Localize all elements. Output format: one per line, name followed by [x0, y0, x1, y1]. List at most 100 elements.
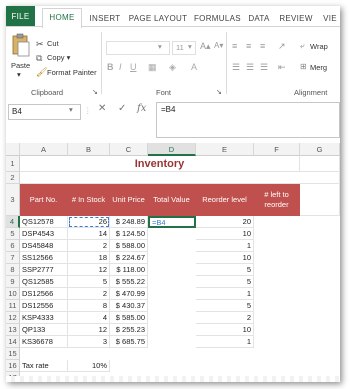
cell-unit-price[interactable]: $ 224.67 [110, 252, 148, 264]
font-launcher-icon[interactable]: ↘ [216, 88, 222, 98]
row-header[interactable]: 13 [6, 324, 20, 336]
sheet-title[interactable]: Inventory [20, 156, 300, 172]
cell-unit-price[interactable]: $ 118.00 [110, 264, 148, 276]
orientation-icon[interactable]: ↗ [278, 41, 286, 52]
cell-part-no[interactable]: SSP2777 [20, 264, 68, 276]
format-painter-button[interactable]: Format Painter [47, 68, 97, 77]
cell-part-no[interactable]: DS12556 [20, 300, 68, 312]
header-total-value[interactable]: Total Value [148, 184, 196, 216]
cancel-icon[interactable]: ✕ [98, 103, 106, 114]
cell-part-no[interactable]: SS12566 [20, 252, 68, 264]
select-all-corner[interactable] [6, 143, 20, 156]
cell-unit-price[interactable]: $ 685.75 [110, 336, 148, 348]
align-center-icon[interactable]: ☰ [246, 62, 254, 73]
row-header[interactable]: 10 [6, 288, 20, 300]
cell-part-no[interactable]: DSP4543 [20, 228, 68, 240]
cell-part-no[interactable]: KSP4333 [20, 312, 68, 324]
cell-in-stock[interactable]: 18 [68, 252, 110, 264]
copy-dropdown-icon[interactable]: ▾ [67, 53, 71, 62]
cell-reorder-level[interactable]: 5 [196, 264, 254, 276]
copy-icon[interactable]: ⧉ [36, 53, 42, 63]
align-bottom-icon[interactable]: ≡ [260, 41, 265, 51]
header-left-to-reorder[interactable]: # left to reorder [254, 184, 300, 216]
font-size-chevron-icon[interactable]: ▾ [188, 42, 192, 51]
cell-unit-price[interactable]: $ 124.50 [110, 228, 148, 240]
row-header[interactable]: 14 [6, 336, 20, 348]
underline-button[interactable]: U [130, 62, 137, 72]
column-header-f[interactable]: F [254, 143, 300, 156]
cell-reorder-level[interactable]: 5 [196, 276, 254, 288]
header-part-no[interactable]: Part No. [20, 184, 68, 216]
italic-button[interactable]: I [119, 62, 122, 72]
tab-home[interactable]: HOME [42, 8, 82, 28]
cell-part-no[interactable]: KS36678 [20, 336, 68, 348]
cell-part-no[interactable]: DS12566 [20, 288, 68, 300]
column-header-a[interactable]: A [20, 143, 68, 156]
cell-reorder-level[interactable]: 1 [196, 336, 254, 348]
cell-in-stock[interactable]: 26 [68, 216, 110, 228]
tab-page-layout[interactable]: PAGE LAYOUT [128, 10, 188, 27]
cell[interactable] [300, 184, 340, 216]
cell-in-stock[interactable]: 3 [68, 336, 110, 348]
cell-part-no[interactable]: DS45848 [20, 240, 68, 252]
column-header-c[interactable]: C [110, 143, 148, 156]
cell-reorder-level[interactable]: 20 [196, 216, 254, 228]
active-cell-total-value[interactable]: =B4 [148, 216, 196, 228]
row-header[interactable]: 8 [6, 264, 20, 276]
cell-unit-price[interactable]: $ 470.99 [110, 288, 148, 300]
cell-reorder-level[interactable]: 10 [196, 324, 254, 336]
paste-button[interactable]: Paste ▾ [10, 33, 32, 79]
cell-unit-price[interactable]: $ 555.22 [110, 276, 148, 288]
cell-part-no[interactable]: QP133 [20, 324, 68, 336]
column-header-e[interactable]: E [196, 143, 254, 156]
cell-reorder-level[interactable]: 5 [196, 300, 254, 312]
row-header[interactable]: 4 [6, 216, 20, 228]
align-middle-icon[interactable]: ≡ [246, 41, 251, 51]
tab-review[interactable]: REVIEW [278, 10, 314, 27]
font-color-icon[interactable]: A [191, 62, 197, 72]
column-header-d[interactable]: D [148, 143, 196, 156]
row-header[interactable]: 11 [6, 300, 20, 312]
font-size-dropdown[interactable]: 11 [172, 41, 196, 55]
paste-dropdown-icon[interactable]: ▾ [17, 70, 21, 79]
tab-data[interactable]: DATA [246, 10, 272, 27]
shrink-font-icon[interactable]: A▾ [214, 41, 223, 50]
row-header[interactable]: 9 [6, 276, 20, 288]
cell-unit-price[interactable]: $ 430.37 [110, 300, 148, 312]
wrap-text-icon[interactable]: ⤶ [300, 41, 304, 51]
cell-reorder-level[interactable]: 1 [196, 240, 254, 252]
header-reorder-level[interactable]: Reorder level [196, 184, 254, 216]
header-unit-price[interactable]: Unit Price [110, 184, 148, 216]
cell-in-stock[interactable]: 4 [68, 312, 110, 324]
borders-icon[interactable]: ▦ [148, 62, 157, 73]
formula-input[interactable]: =B4 [156, 102, 340, 138]
row-header[interactable]: 2 [6, 172, 20, 184]
column-header-g[interactable]: G [300, 143, 340, 156]
row-header[interactable]: 16 [6, 360, 20, 372]
row-header[interactable]: 3 [6, 184, 20, 216]
cell-reorder-level[interactable]: 10 [196, 252, 254, 264]
cell-reorder-level[interactable]: 10 [196, 228, 254, 240]
tax-rate-label[interactable]: Tax rate [20, 360, 68, 372]
cell-part-no[interactable]: QS12585 [20, 276, 68, 288]
cell[interactable] [20, 172, 340, 184]
name-box-chevron-icon[interactable]: ▾ [69, 105, 73, 114]
merge-center-button[interactable]: Merg [310, 63, 327, 72]
merge-icon[interactable]: ⊞ [300, 62, 307, 71]
tab-file[interactable]: FILE [6, 6, 35, 27]
insert-function-icon[interactable]: fx [137, 103, 146, 114]
row-header[interactable]: 7 [6, 252, 20, 264]
cell-in-stock[interactable]: 12 [68, 324, 110, 336]
cut-button[interactable]: Cut [47, 39, 59, 48]
cell-in-stock[interactable]: 2 [68, 240, 110, 252]
tax-rate-value[interactable]: 10% [68, 360, 110, 372]
fill-color-icon[interactable]: ◈ [169, 62, 176, 73]
cell-in-stock[interactable]: 12 [68, 264, 110, 276]
cell-in-stock[interactable]: 14 [68, 228, 110, 240]
header-in-stock[interactable]: # In Stock [68, 184, 110, 216]
cell[interactable] [300, 156, 340, 172]
cut-icon[interactable]: ✂ [36, 39, 44, 49]
row-header[interactable]: 6 [6, 240, 20, 252]
cell-in-stock[interactable]: 8 [68, 300, 110, 312]
row-header[interactable]: 12 [6, 312, 20, 324]
